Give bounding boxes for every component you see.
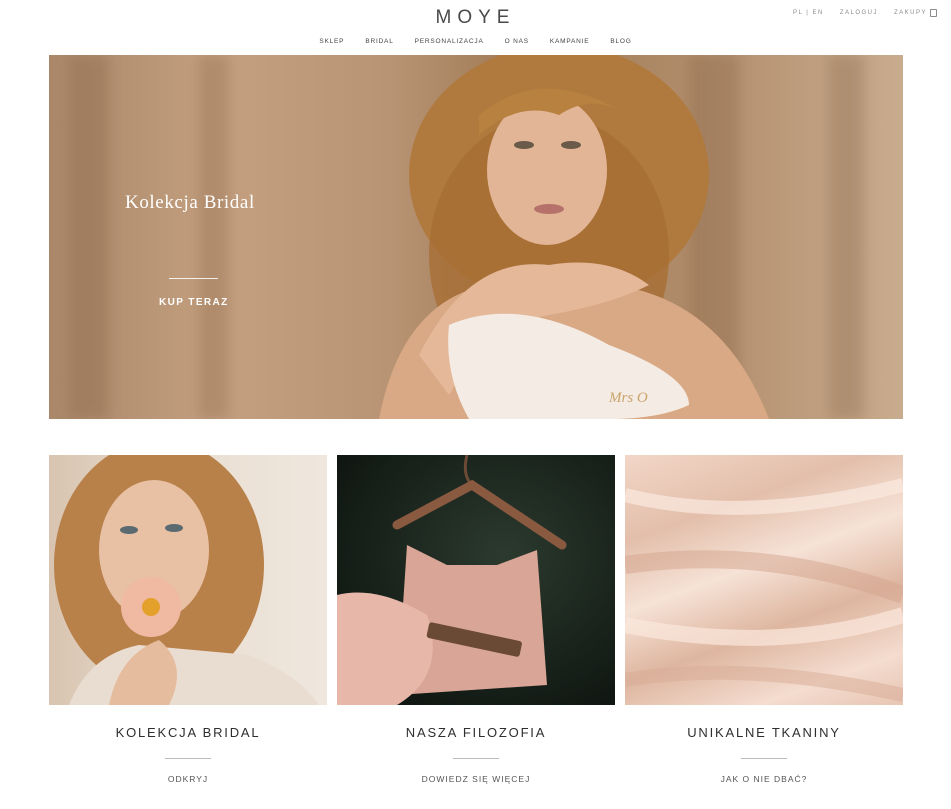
- nav-item-sklep[interactable]: SKLEP: [319, 38, 344, 45]
- nav-item-personalizacja[interactable]: PERSONALIZACJA: [415, 38, 484, 45]
- silk-fabric-photo: [625, 478, 903, 702]
- card-title: UNIKALNE TKANINY: [687, 725, 841, 740]
- cart-link[interactable]: ZAKUPY: [894, 9, 937, 17]
- card-image-philosophy[interactable]: [337, 455, 615, 705]
- card-image-fabrics[interactable]: [625, 455, 903, 705]
- card-fabrics[interactable]: UNIKALNE TKANINY JAK O NIE DBAĆ?: [625, 455, 903, 784]
- card-link-odkryj[interactable]: ODKRYJ: [49, 774, 327, 784]
- nav-item-blog[interactable]: BLOG: [610, 38, 631, 45]
- hero-banner[interactable]: Mrs O Kolekcja Bridal KUP TERAZ: [49, 55, 903, 419]
- card-link-care[interactable]: JAK O NIE DBAĆ?: [625, 774, 903, 784]
- mask-embroidery: Mrs O: [608, 390, 648, 406]
- card-title: NASZA FILOZOFIA: [405, 725, 547, 740]
- card-divider: [165, 758, 211, 759]
- hero-title: Kolekcja Bridal: [125, 192, 255, 213]
- card-philosophy[interactable]: NASZA FILOZOFIA DOWIEDZ SIĘ WIĘCEJ: [337, 455, 615, 784]
- top-utility-links: PL | EN ZALOGUJ ZAKUPY: [793, 9, 937, 17]
- bag-icon: [930, 9, 937, 17]
- login-link[interactable]: ZALOGUJ: [840, 9, 878, 17]
- card-image-bridal[interactable]: [49, 455, 327, 705]
- woman-with-flower-photo: [54, 455, 319, 705]
- slip-on-hanger-photo: [337, 455, 567, 705]
- nav-item-bridal[interactable]: BRIDAL: [365, 38, 393, 45]
- cart-label: ZAKUPY: [893, 10, 927, 16]
- card-divider: [453, 758, 499, 759]
- hero-divider: [169, 278, 218, 279]
- nav-item-o-nas[interactable]: O NAS: [505, 38, 529, 45]
- hero-photo-woman: Mrs O: [379, 55, 769, 419]
- card-divider: [741, 758, 787, 759]
- nav-item-kampanie[interactable]: KAMPANIE: [550, 38, 590, 45]
- card-title: KOLEKCJA BRIDAL: [115, 725, 261, 740]
- card-link-learn-more[interactable]: DOWIEDZ SIĘ WIĘCEJ: [337, 774, 615, 784]
- card-bridal[interactable]: KOLEKCJA BRIDAL ODKRYJ: [49, 455, 327, 784]
- main-nav: SKLEP BRIDAL PERSONALIZACJA O NAS KAMPAN…: [0, 38, 951, 45]
- hero-shop-now-button[interactable]: KUP TERAZ: [159, 297, 229, 308]
- language-switch[interactable]: PL | EN: [793, 9, 824, 17]
